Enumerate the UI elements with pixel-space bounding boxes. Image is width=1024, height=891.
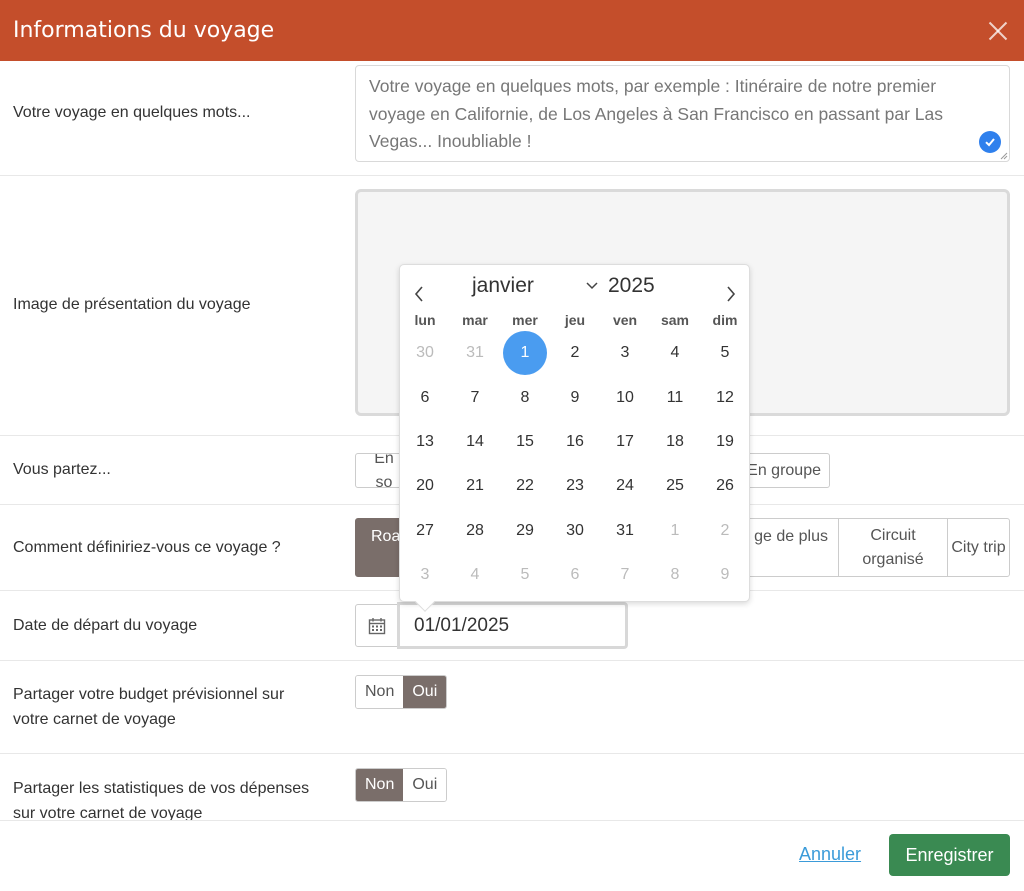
modal-title: Informations du voyage (13, 18, 275, 43)
weekday-label: dim (712, 312, 738, 328)
day-cell[interactable]: 3 (400, 553, 450, 597)
description-textarea[interactable]: Votre voyage en quelques mots, par exemp… (355, 65, 1010, 162)
start-date-label: Date de départ du voyage (13, 617, 198, 634)
trip-type-city-button[interactable]: City trip (947, 518, 1010, 577)
trip-type-label: Comment définiriez-vous ce voyage ? (13, 539, 281, 556)
day-cell[interactable]: 1 (650, 509, 700, 553)
day-cell[interactable]: 4 (650, 331, 700, 375)
trip-type-adventure-button[interactable]: ge de plus (736, 518, 839, 577)
day-cell[interactable]: 7 (600, 553, 650, 597)
day-cell-selected[interactable]: 1 (500, 331, 550, 376)
stats-yes-option[interactable]: Oui (403, 769, 447, 801)
resize-grip-icon[interactable] (1000, 152, 1008, 160)
cancel-button[interactable]: Annuler (799, 844, 861, 865)
modal-footer: Annuler Enregistrer (0, 820, 1024, 891)
day-cell[interactable]: 14 (450, 420, 500, 464)
trip-type-roadtrip-button[interactable]: Roa (355, 518, 405, 577)
check-icon (979, 131, 1001, 153)
stats-label: Partager les statistiques de vos dépense… (13, 780, 310, 820)
day-cell[interactable]: 30 (400, 331, 450, 375)
description-label: Votre voyage en quelques mots... (13, 104, 251, 121)
year-value[interactable]: 2025 (608, 274, 655, 298)
day-cell[interactable]: 22 (500, 464, 550, 508)
day-cell[interactable]: 11 (650, 375, 700, 419)
chevron-left-icon[interactable] (412, 283, 426, 309)
companions-label: Vous partez... (13, 461, 111, 478)
calendar-icon[interactable] (355, 604, 399, 647)
day-cell[interactable]: 3 (600, 331, 650, 375)
stats-toggle: Non Oui (355, 768, 448, 802)
day-cell[interactable]: 9 (550, 375, 600, 419)
day-cell[interactable]: 29 (500, 509, 550, 553)
day-cell[interactable]: 17 (600, 420, 650, 464)
day-cell[interactable]: 23 (550, 464, 600, 508)
day-cell[interactable]: 7 (450, 375, 500, 419)
chevron-right-icon[interactable] (724, 283, 738, 309)
day-cell[interactable]: 21 (450, 464, 500, 508)
day-cell[interactable]: 8 (500, 375, 550, 419)
day-cell[interactable]: 12 (700, 375, 750, 419)
weekday-label: ven (612, 312, 638, 328)
day-cell[interactable]: 2 (550, 331, 600, 375)
weekday-label: mar (462, 312, 488, 328)
trip-type-circuit-button[interactable]: Circuit organisé (838, 518, 948, 577)
day-cell[interactable]: 28 (450, 509, 500, 553)
budget-yes-option[interactable]: Oui (403, 676, 447, 708)
day-cell[interactable]: 31 (450, 331, 500, 375)
weekday-label: jeu (564, 312, 586, 328)
day-cell[interactable]: 27 (400, 509, 450, 553)
stats-no-option[interactable]: Non (356, 769, 404, 801)
modal-header: Informations du voyage (0, 0, 1024, 61)
day-cell[interactable]: 6 (550, 553, 600, 597)
day-cell[interactable]: 5 (500, 553, 550, 597)
day-cell[interactable]: 25 (650, 464, 700, 508)
day-cell[interactable]: 19 (700, 420, 750, 464)
day-cell[interactable]: 18 (650, 420, 700, 464)
close-icon[interactable] (984, 17, 1012, 45)
day-cell[interactable]: 6 (400, 375, 450, 419)
budget-label: Partager votre budget prévisionnel sur v… (13, 686, 285, 728)
budget-no-option[interactable]: Non (356, 676, 404, 708)
weekday-label: sam (660, 312, 690, 328)
day-cell[interactable]: 4 (450, 553, 500, 597)
datepicker-popup: janvier 2025 lun mar mer jeu ven sam dim 30 31 1… (399, 264, 751, 612)
weekday-header: lun mar mer jeu ven sam dim (400, 309, 751, 331)
start-date-input[interactable]: 01/01/2025 (397, 602, 628, 649)
month-select[interactable]: janvier (472, 274, 534, 298)
day-cell[interactable]: 16 (550, 420, 600, 464)
day-grid: 30 31 1 2 3 4 5 6 7 8 9 10 11 12 13 14 15 16 17 18 19 20 21 22 2… (400, 331, 751, 597)
image-label: Image de présentation du voyage (13, 296, 251, 313)
stats-row: Partager les statistiques de vos dépense… (0, 754, 1024, 820)
budget-row: Partager votre budget prévisionnel sur v… (0, 661, 1024, 754)
description-placeholder: Votre voyage en quelques mots, par exemp… (369, 76, 943, 151)
trip-info-modal: Informations du voyage Votre voyage en q… (0, 0, 1024, 891)
day-cell[interactable]: 9 (700, 553, 750, 597)
day-cell[interactable]: 26 (700, 464, 750, 508)
chevron-down-icon[interactable] (586, 277, 598, 294)
day-cell[interactable]: 8 (650, 553, 700, 597)
budget-toggle: Non Oui (355, 675, 448, 709)
calendar-grid: lun mar mer jeu ven sam dim 30 31 1 2 3 4 5 6 7 8 9 10 11 1… (400, 309, 751, 597)
save-button[interactable]: Enregistrer (889, 834, 1010, 876)
day-cell[interactable]: 13 (400, 420, 450, 464)
day-cell[interactable]: 2 (700, 509, 750, 553)
day-cell[interactable]: 24 (600, 464, 650, 508)
day-cell[interactable]: 15 (500, 420, 550, 464)
weekday-label: lun (414, 312, 436, 328)
day-cell[interactable]: 20 (400, 464, 450, 508)
day-cell[interactable]: 10 (600, 375, 650, 419)
day-cell[interactable]: 31 (600, 509, 650, 553)
companion-solo-button[interactable]: En so (355, 453, 405, 488)
day-cell[interactable]: 5 (700, 331, 750, 375)
weekday-label: mer (512, 312, 538, 328)
day-cell[interactable]: 30 (550, 509, 600, 553)
